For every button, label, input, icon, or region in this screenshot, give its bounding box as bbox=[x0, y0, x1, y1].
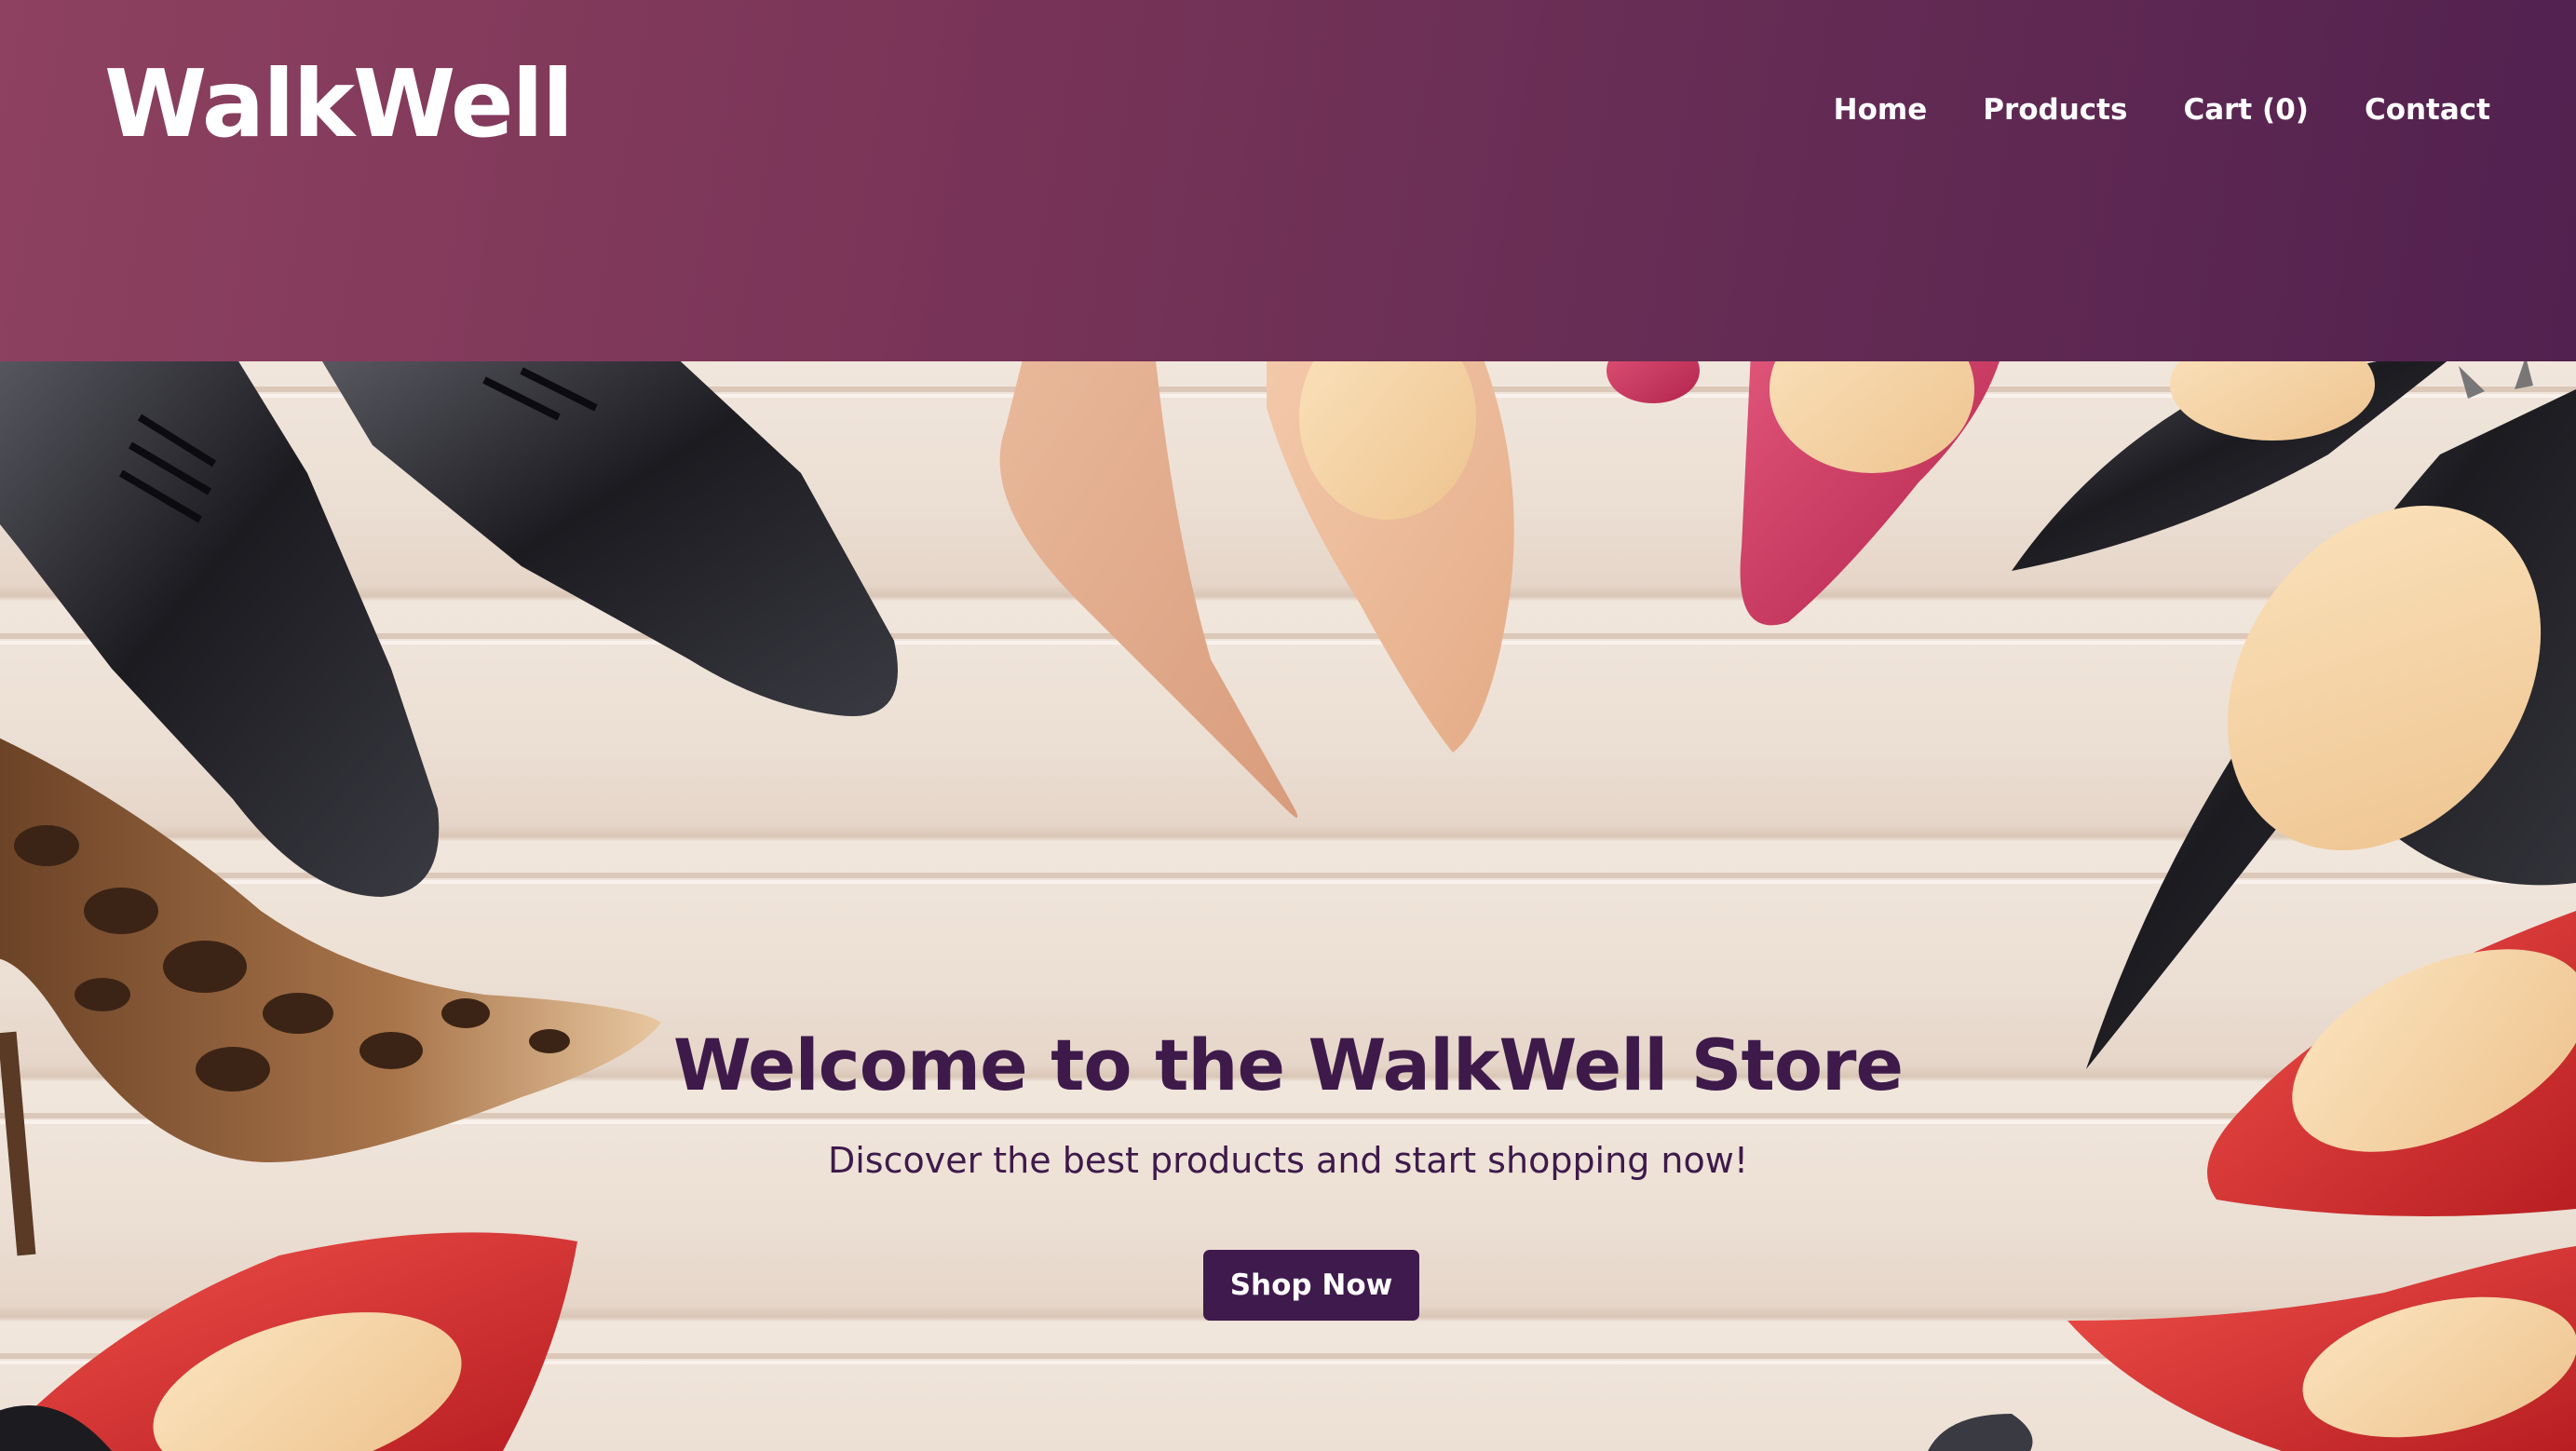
hero-section: Welcome to the WalkWell Store Discover t… bbox=[0, 361, 2576, 1451]
nav-contact-link[interactable]: Contact bbox=[2365, 93, 2490, 127]
site-header: WalkWell Home Products Cart (0) Contact bbox=[0, 0, 2576, 361]
nav-products-link[interactable]: Products bbox=[1983, 93, 2127, 127]
hero-subtitle: Discover the best products and start sho… bbox=[827, 1140, 1749, 1181]
shop-now-button[interactable]: Shop Now bbox=[1203, 1250, 1419, 1321]
nav-cart-link[interactable]: Cart (0) bbox=[2183, 93, 2308, 127]
site-logo[interactable]: WalkWell bbox=[104, 58, 574, 151]
nav-home-link[interactable]: Home bbox=[1834, 93, 1928, 127]
hero-title: Welcome to the WalkWell Store bbox=[672, 1023, 1904, 1106]
main-nav: Home Products Cart (0) Contact bbox=[1834, 93, 2490, 127]
page: WalkWell Home Products Cart (0) Contact bbox=[0, 0, 2576, 1451]
